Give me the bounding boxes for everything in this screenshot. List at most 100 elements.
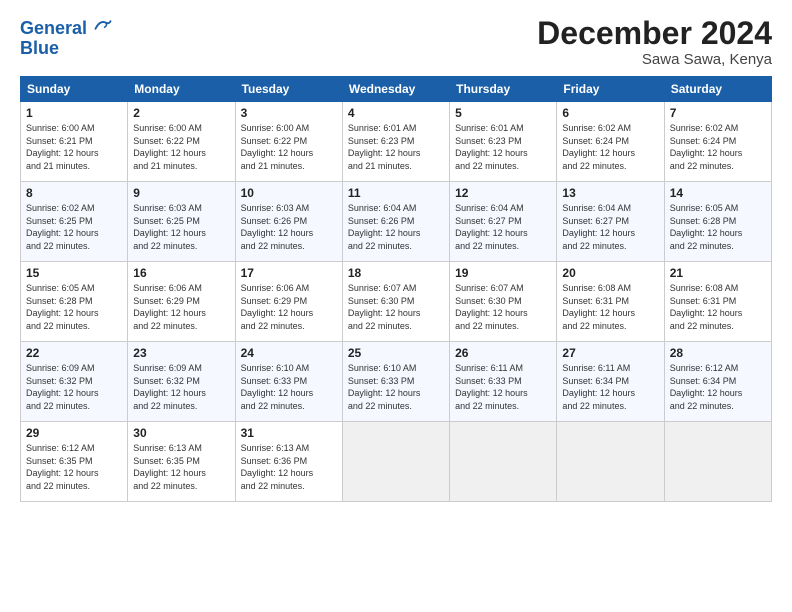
- day-number: 6: [562, 106, 658, 120]
- day-info: Sunrise: 6:02 AMSunset: 6:24 PMDaylight:…: [562, 122, 658, 172]
- day-info: Sunrise: 6:04 AMSunset: 6:27 PMDaylight:…: [455, 202, 551, 252]
- day-number: 24: [241, 346, 337, 360]
- calendar-cell: 10 Sunrise: 6:03 AMSunset: 6:26 PMDayligh…: [235, 182, 342, 262]
- day-number: 25: [348, 346, 444, 360]
- day-info: Sunrise: 6:04 AMSunset: 6:27 PMDaylight:…: [562, 202, 658, 252]
- col-header-tuesday: Tuesday: [235, 77, 342, 102]
- day-number: 5: [455, 106, 551, 120]
- day-number: 14: [670, 186, 766, 200]
- logo-bird-icon: [94, 16, 112, 34]
- location: Sawa Sawa, Kenya: [537, 51, 772, 68]
- day-info: Sunrise: 6:07 AMSunset: 6:30 PMDaylight:…: [348, 282, 444, 332]
- col-header-friday: Friday: [557, 77, 664, 102]
- day-info: Sunrise: 6:05 AMSunset: 6:28 PMDaylight:…: [670, 202, 766, 252]
- calendar-cell: 6 Sunrise: 6:02 AMSunset: 6:24 PMDaylight…: [557, 102, 664, 182]
- day-number: 7: [670, 106, 766, 120]
- header: General Blue December 2024 Sawa Sawa, Ke…: [20, 16, 772, 68]
- title-block: December 2024 Sawa Sawa, Kenya: [537, 16, 772, 68]
- day-info: Sunrise: 6:12 AMSunset: 6:34 PMDaylight:…: [670, 362, 766, 412]
- day-info: Sunrise: 6:09 AMSunset: 6:32 PMDaylight:…: [133, 362, 229, 412]
- calendar-cell: 7 Sunrise: 6:02 AMSunset: 6:24 PMDaylight…: [664, 102, 771, 182]
- day-info: Sunrise: 6:10 AMSunset: 6:33 PMDaylight:…: [348, 362, 444, 412]
- day-info: Sunrise: 6:00 AMSunset: 6:22 PMDaylight:…: [133, 122, 229, 172]
- day-info: Sunrise: 6:00 AMSunset: 6:21 PMDaylight:…: [26, 122, 122, 172]
- calendar-cell: 17Sunrise: 6:06 AMSunset: 6:29 PMDayligh…: [235, 262, 342, 342]
- logo-text: General: [20, 16, 112, 39]
- calendar-cell: 3 Sunrise: 6:00 AMSunset: 6:22 PMDaylight…: [235, 102, 342, 182]
- day-info: Sunrise: 6:08 AMSunset: 6:31 PMDaylight:…: [562, 282, 658, 332]
- day-number: 16: [133, 266, 229, 280]
- day-number: 31: [241, 426, 337, 440]
- day-info: Sunrise: 6:11 AMSunset: 6:34 PMDaylight:…: [562, 362, 658, 412]
- calendar-cell: 14 Sunrise: 6:05 AMSunset: 6:28 PMDayligh…: [664, 182, 771, 262]
- calendar-cell: 23 Sunrise: 6:09 AMSunset: 6:32 PMDayligh…: [128, 342, 235, 422]
- day-number: 20: [562, 266, 658, 280]
- day-number: 13: [562, 186, 658, 200]
- calendar-week-row: 22Sunrise: 6:09 AMSunset: 6:32 PMDayligh…: [21, 342, 772, 422]
- calendar-header-row: SundayMondayTuesdayWednesdayThursdayFrid…: [21, 77, 772, 102]
- day-info: Sunrise: 6:02 AMSunset: 6:25 PMDaylight:…: [26, 202, 122, 252]
- calendar-cell: 27 Sunrise: 6:11 AMSunset: 6:34 PMDayligh…: [557, 342, 664, 422]
- calendar-cell: 5 Sunrise: 6:01 AMSunset: 6:23 PMDaylight…: [450, 102, 557, 182]
- day-info: Sunrise: 6:05 AMSunset: 6:28 PMDaylight:…: [26, 282, 122, 332]
- day-info: Sunrise: 6:03 AMSunset: 6:26 PMDaylight:…: [241, 202, 337, 252]
- day-number: 29: [26, 426, 122, 440]
- calendar-cell: [557, 422, 664, 502]
- calendar-cell: 8 Sunrise: 6:02 AMSunset: 6:25 PMDaylight…: [21, 182, 128, 262]
- calendar-cell: [450, 422, 557, 502]
- calendar-cell: 21Sunrise: 6:08 AMSunset: 6:31 PMDayligh…: [664, 262, 771, 342]
- calendar-cell: [342, 422, 449, 502]
- page: General Blue December 2024 Sawa Sawa, Ke…: [0, 0, 792, 612]
- day-number: 19: [455, 266, 551, 280]
- calendar-cell: 31 Sunrise: 6:13 AMSunset: 6:36 PMDayligh…: [235, 422, 342, 502]
- calendar-cell: 11 Sunrise: 6:04 AMSunset: 6:26 PMDayligh…: [342, 182, 449, 262]
- day-info: Sunrise: 6:07 AMSunset: 6:30 PMDaylight:…: [455, 282, 551, 332]
- day-number: 2: [133, 106, 229, 120]
- col-header-thursday: Thursday: [450, 77, 557, 102]
- day-number: 15: [26, 266, 122, 280]
- col-header-saturday: Saturday: [664, 77, 771, 102]
- calendar-week-row: 15 Sunrise: 6:05 AMSunset: 6:28 PMDayligh…: [21, 262, 772, 342]
- calendar-cell: 30 Sunrise: 6:13 AMSunset: 6:35 PMDayligh…: [128, 422, 235, 502]
- day-info: Sunrise: 6:00 AMSunset: 6:22 PMDaylight:…: [241, 122, 337, 172]
- day-info: Sunrise: 6:04 AMSunset: 6:26 PMDaylight:…: [348, 202, 444, 252]
- day-info: Sunrise: 6:03 AMSunset: 6:25 PMDaylight:…: [133, 202, 229, 252]
- calendar-cell: 16 Sunrise: 6:06 AMSunset: 6:29 PMDayligh…: [128, 262, 235, 342]
- day-number: 23: [133, 346, 229, 360]
- day-number: 3: [241, 106, 337, 120]
- calendar-week-row: 29 Sunrise: 6:12 AMSunset: 6:35 PMDayligh…: [21, 422, 772, 502]
- day-number: 30: [133, 426, 229, 440]
- day-number: 8: [26, 186, 122, 200]
- day-number: 28: [670, 346, 766, 360]
- day-info: Sunrise: 6:06 AMSunset: 6:29 PMDaylight:…: [133, 282, 229, 332]
- calendar-cell: 28 Sunrise: 6:12 AMSunset: 6:34 PMDayligh…: [664, 342, 771, 422]
- day-number: 27: [562, 346, 658, 360]
- day-info: Sunrise: 6:01 AMSunset: 6:23 PMDaylight:…: [455, 122, 551, 172]
- day-info: Sunrise: 6:13 AMSunset: 6:35 PMDaylight:…: [133, 442, 229, 492]
- month-title: December 2024: [537, 16, 772, 51]
- logo: General Blue: [20, 16, 112, 59]
- calendar-cell: 19 Sunrise: 6:07 AMSunset: 6:30 PMDayligh…: [450, 262, 557, 342]
- calendar-cell: 15 Sunrise: 6:05 AMSunset: 6:28 PMDayligh…: [21, 262, 128, 342]
- day-number: 21: [670, 266, 766, 280]
- day-info: Sunrise: 6:06 AMSunset: 6:29 PMDaylight:…: [241, 282, 337, 332]
- calendar-cell: 12 Sunrise: 6:04 AMSunset: 6:27 PMDayligh…: [450, 182, 557, 262]
- calendar-cell: 26Sunrise: 6:11 AMSunset: 6:33 PMDayligh…: [450, 342, 557, 422]
- day-number: 12: [455, 186, 551, 200]
- calendar-cell: 24Sunrise: 6:10 AMSunset: 6:33 PMDayligh…: [235, 342, 342, 422]
- day-number: 10: [241, 186, 337, 200]
- calendar-cell: 18 Sunrise: 6:07 AMSunset: 6:30 PMDayligh…: [342, 262, 449, 342]
- day-number: 9: [133, 186, 229, 200]
- day-info: Sunrise: 6:01 AMSunset: 6:23 PMDaylight:…: [348, 122, 444, 172]
- day-info: Sunrise: 6:13 AMSunset: 6:36 PMDaylight:…: [241, 442, 337, 492]
- calendar-cell: 1Sunrise: 6:00 AMSunset: 6:21 PMDaylight…: [21, 102, 128, 182]
- day-number: 18: [348, 266, 444, 280]
- calendar-week-row: 1Sunrise: 6:00 AMSunset: 6:21 PMDaylight…: [21, 102, 772, 182]
- day-info: Sunrise: 6:02 AMSunset: 6:24 PMDaylight:…: [670, 122, 766, 172]
- day-number: 4: [348, 106, 444, 120]
- day-number: 11: [348, 186, 444, 200]
- day-info: Sunrise: 6:11 AMSunset: 6:33 PMDaylight:…: [455, 362, 551, 412]
- calendar-cell: 9 Sunrise: 6:03 AMSunset: 6:25 PMDaylight…: [128, 182, 235, 262]
- logo-blue-text: Blue: [20, 39, 112, 59]
- day-info: Sunrise: 6:12 AMSunset: 6:35 PMDaylight:…: [26, 442, 122, 492]
